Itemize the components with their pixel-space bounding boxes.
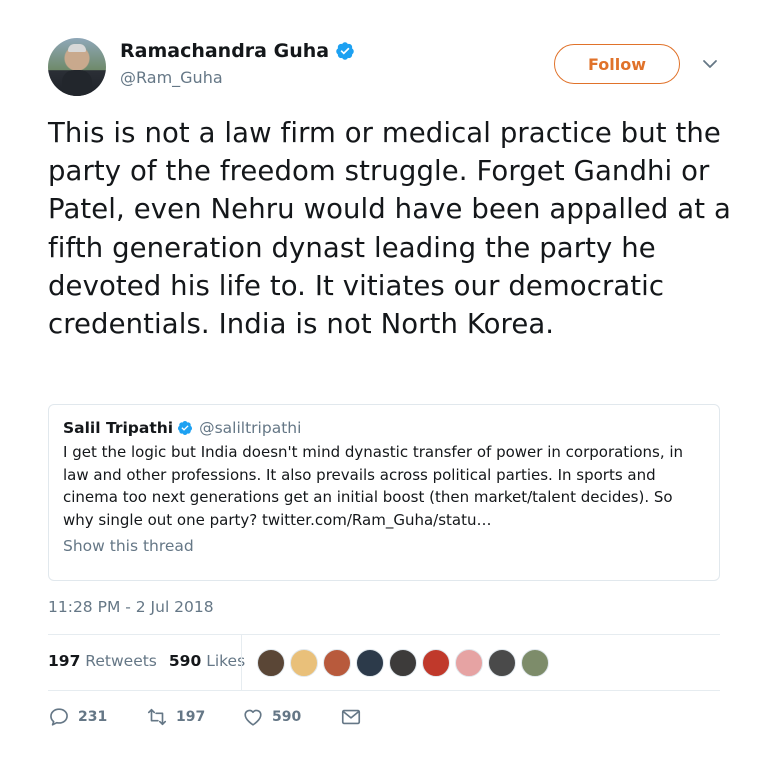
likes-count: 590 [168,652,202,670]
reply-button[interactable]: 231 [48,706,146,728]
liker-avatar[interactable] [455,649,483,677]
liker-avatar[interactable] [323,649,351,677]
author-block: Ramachandra Guha @Ram_Guha [120,40,355,87]
like-button[interactable]: 590 [242,706,340,728]
author-handle[interactable]: @Ram_Guha [120,68,355,87]
divider [48,634,720,635]
liker-avatar[interactable] [356,649,384,677]
liker-avatar[interactable] [389,649,417,677]
retweets-stat[interactable]: 197 Retweets [48,652,157,670]
quoted-author-handle: @saliltripathi [199,419,302,437]
liker-avatar[interactable] [521,649,549,677]
follow-button[interactable]: Follow [554,44,680,84]
retweets-count: 197 [48,652,81,670]
liker-avatars [257,649,549,677]
author-name[interactable]: Ramachandra Guha [120,40,329,62]
like-count: 590 [272,709,302,725]
envelope-icon [341,709,361,725]
author-avatar[interactable] [48,38,106,96]
quoted-author-name: Salil Tripathi [63,419,174,437]
liker-avatar[interactable] [422,649,450,677]
retweet-count: 197 [176,709,206,725]
tweet-text: This is not a law firm or medical practi… [48,117,731,341]
retweet-icon [147,708,167,726]
liker-avatar[interactable] [290,649,318,677]
tweet-stats: 197 Retweets 590 Likes [48,652,245,670]
liker-avatar[interactable] [257,649,285,677]
verified-badge-icon [336,42,354,60]
stats-separator [241,635,242,690]
retweet-button[interactable]: 197 [146,706,242,728]
likes-label: Likes [206,652,246,670]
verified-badge-icon [178,421,193,435]
retweets-label: Retweets [85,652,157,670]
divider [48,690,720,691]
heart-icon [244,709,262,726]
tweet-actions: 231 197 590 [48,706,362,728]
avatar-suit [62,70,92,96]
author-name-row: Ramachandra Guha [120,40,355,62]
quoted-tweet[interactable]: Salil Tripathi @saliltripathi I get the … [48,404,720,581]
tweet-timestamp[interactable]: 11:28 PM - 2 Jul 2018 [48,598,214,616]
chevron-down-icon[interactable] [702,56,718,72]
reply-count: 231 [78,709,108,725]
quoted-author-row: Salil Tripathi @saliltripathi [63,419,705,437]
likes-stat[interactable]: 590 Likes [169,652,245,670]
direct-message-button[interactable] [340,706,362,728]
quoted-tweet-text: I get the logic but India doesn't mind d… [63,443,684,529]
avatar-hair [68,44,86,52]
reply-icon [50,708,68,726]
show-thread-link[interactable]: Show this thread [63,537,705,555]
liker-avatar[interactable] [488,649,516,677]
tweet-header: Ramachandra Guha @Ram_Guha Follow [48,38,728,98]
